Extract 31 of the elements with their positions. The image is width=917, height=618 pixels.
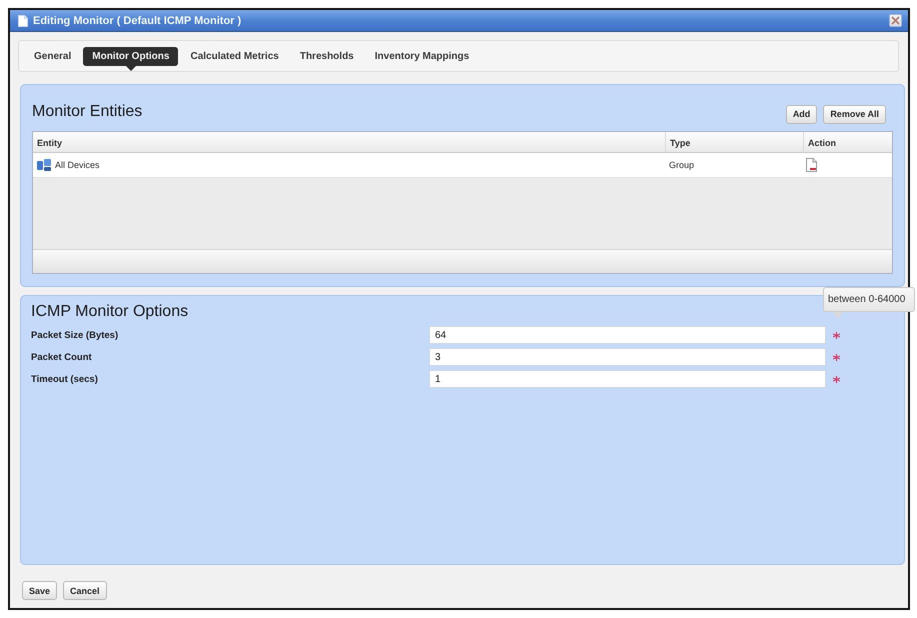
remove-all-button[interactable]: Remove All <box>823 104 886 124</box>
input-field[interactable]: 3 <box>429 348 826 366</box>
add-button[interactable]: Add <box>786 104 818 124</box>
field-label: Packet Count <box>31 352 93 362</box>
input-field[interactable]: 64 <box>429 326 826 344</box>
column-header[interactable]: Entity <box>33 132 665 152</box>
pointer-icon <box>833 312 843 319</box>
input-field[interactable]: 1 <box>429 370 826 388</box>
field-label: Packet Size (Bytes) <box>31 330 120 340</box>
table-row[interactable]: All Devices Group <box>33 153 892 178</box>
document-icon <box>18 14 28 26</box>
save-button[interactable]: Save <box>22 581 58 600</box>
section-title: ICMP Monitor Options <box>31 303 188 321</box>
window-title: Editing Monitor ( Default ICMP Monitor ) <box>33 14 242 26</box>
column-header[interactable]: Action <box>803 132 892 152</box>
tab[interactable]: General <box>25 46 80 66</box>
tab[interactable]: Inventory Mappings <box>366 46 478 66</box>
tab[interactable]: Thresholds <box>290 46 363 66</box>
table-cell: All Devices <box>55 160 100 170</box>
document-icon[interactable] <box>806 158 817 172</box>
close-icon <box>891 16 900 25</box>
group-icon <box>37 159 51 171</box>
table-cell-text: Group <box>668 160 696 170</box>
tab[interactable]: Calculated Metrics <box>181 46 288 66</box>
pointer-icon <box>126 66 136 70</box>
tooltip: between 0-64000 <box>823 287 915 312</box>
field-label: Timeout (secs) <box>31 374 99 384</box>
column-header[interactable]: Type <box>665 132 803 152</box>
section-title: Monitor Entities <box>32 103 142 121</box>
close-button[interactable] <box>889 14 902 27</box>
cancel-button[interactable]: Cancel <box>63 581 107 600</box>
